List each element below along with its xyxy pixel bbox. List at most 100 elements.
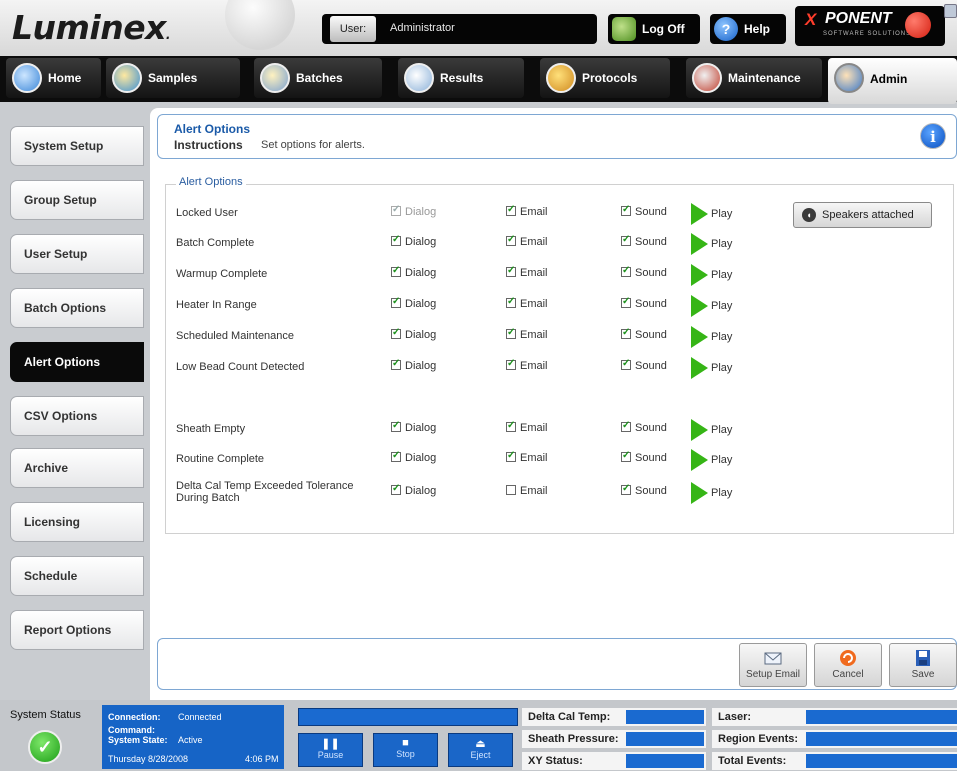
- cancel-button[interactable]: Cancel: [814, 643, 882, 687]
- email-checkbox[interactable]: Email: [506, 358, 548, 372]
- sidebar-item-schedule[interactable]: Schedule: [10, 556, 144, 596]
- sidebar-item-archive[interactable]: Archive: [10, 448, 144, 488]
- dialog-checkbox[interactable]: Dialog: [391, 358, 436, 372]
- checkbox-box[interactable]: [391, 265, 401, 277]
- dialog-checkbox[interactable]: Dialog: [391, 483, 436, 497]
- sidebar-item-licensing[interactable]: Licensing: [10, 502, 144, 542]
- sound-checkbox[interactable]: Sound: [621, 483, 667, 497]
- save-button[interactable]: Save: [889, 643, 957, 687]
- checkbox-box[interactable]: [621, 327, 631, 339]
- email-checkbox[interactable]: Email: [506, 204, 548, 218]
- play-button[interactable]: Play: [691, 357, 732, 379]
- checkbox-box[interactable]: [506, 234, 516, 246]
- sound-checkbox[interactable]: Sound: [621, 234, 667, 248]
- tab-results[interactable]: Results: [398, 58, 524, 98]
- play-button[interactable]: Play: [691, 295, 732, 317]
- dialog-checkbox[interactable]: Dialog: [391, 327, 436, 341]
- xponent-logo: X PONENT SOFTWARE SOLUTIONS: [795, 6, 945, 46]
- luminex-logo: Luminex.: [12, 8, 170, 47]
- email-checkbox[interactable]: Email: [506, 265, 548, 279]
- checkbox-box[interactable]: [391, 420, 401, 432]
- sound-checkbox[interactable]: Sound: [621, 296, 667, 310]
- alert-name: Scheduled Maintenance: [176, 330, 295, 342]
- tab-home[interactable]: Home: [6, 58, 101, 98]
- sound-checkbox[interactable]: Sound: [621, 265, 667, 279]
- sound-checkbox[interactable]: Sound: [621, 450, 667, 464]
- dialog-checkbox[interactable]: Dialog: [391, 265, 436, 279]
- checkbox-box[interactable]: [391, 296, 401, 308]
- alert-row-scheduled-maintenance: Scheduled Maintenance Dialog Email Sound…: [166, 324, 955, 352]
- checkbox-box[interactable]: [391, 358, 401, 370]
- email-checkbox[interactable]: Email: [506, 234, 548, 248]
- window-button[interactable]: [944, 4, 957, 18]
- tab-protocols[interactable]: Protocols: [540, 58, 670, 98]
- tab-maintenance[interactable]: Maintenance: [686, 58, 822, 98]
- help-button[interactable]: ? Help: [710, 14, 786, 44]
- checkbox-box[interactable]: [506, 420, 516, 432]
- email-checkbox[interactable]: Email: [506, 485, 548, 497]
- sound-checkbox[interactable]: Sound: [621, 327, 667, 341]
- play-button[interactable]: Play: [691, 326, 732, 348]
- checkbox-box[interactable]: [391, 234, 401, 246]
- pause-button[interactable]: ❚❚ Pause: [298, 733, 363, 767]
- checkbox-box[interactable]: [621, 420, 631, 432]
- sound-checkbox[interactable]: Sound: [621, 358, 667, 372]
- email-checkbox[interactable]: Email: [506, 420, 548, 434]
- checkbox-box[interactable]: [391, 450, 401, 462]
- play-button[interactable]: Play: [691, 203, 732, 225]
- checkbox-box[interactable]: [621, 296, 631, 308]
- dialog-checkbox[interactable]: Dialog: [391, 420, 436, 434]
- checkbox-box[interactable]: [506, 296, 516, 308]
- logoff-button[interactable]: Log Off: [608, 14, 700, 44]
- sidebar-item-csv-options[interactable]: CSV Options: [10, 396, 144, 436]
- email-checkbox[interactable]: Email: [506, 450, 548, 464]
- play-button[interactable]: Play: [691, 419, 732, 441]
- checkbox-box[interactable]: [391, 327, 401, 339]
- checkbox-box[interactable]: [506, 327, 516, 339]
- email-checkbox[interactable]: Email: [506, 327, 548, 341]
- sound-checkbox[interactable]: Sound: [621, 204, 667, 218]
- checkbox-box[interactable]: [506, 358, 516, 370]
- dialog-checkbox[interactable]: Dialog: [391, 450, 436, 464]
- play-button[interactable]: Play: [691, 482, 732, 504]
- sidebar-item-group-setup[interactable]: Group Setup: [10, 180, 144, 220]
- help-icon: ?: [714, 17, 738, 41]
- email-checkbox[interactable]: Email: [506, 296, 548, 310]
- sidebar-item-system-setup[interactable]: System Setup: [10, 126, 144, 166]
- checkbox-box[interactable]: [621, 483, 631, 495]
- checkbox-box[interactable]: [621, 265, 631, 277]
- eject-button[interactable]: ⏏ Eject: [448, 733, 513, 767]
- tab-admin[interactable]: Admin: [828, 58, 957, 104]
- setup-email-button[interactable]: Setup Email: [739, 643, 807, 687]
- play-button[interactable]: Play: [691, 264, 732, 286]
- checkbox-box[interactable]: [506, 265, 516, 277]
- dialog-checkbox[interactable]: Dialog: [391, 296, 436, 310]
- speakers-attached-button[interactable]: ◖ Speakers attached: [793, 202, 932, 228]
- checkbox-box[interactable]: [621, 234, 631, 246]
- play-button[interactable]: Play: [691, 233, 732, 255]
- logoff-label: Log Off: [642, 22, 685, 36]
- checkbox-box[interactable]: [621, 204, 631, 216]
- email-icon: [764, 652, 782, 665]
- sidebar-item-alert-options[interactable]: Alert Options: [10, 342, 144, 382]
- tab-batches[interactable]: Batches: [254, 58, 382, 98]
- checkbox-box[interactable]: [621, 450, 631, 462]
- info-icon[interactable]: i: [920, 123, 946, 149]
- checkbox-box[interactable]: [506, 485, 516, 495]
- dialog-checkbox[interactable]: Dialog: [391, 234, 436, 248]
- instructions-text: Set options for alerts.: [261, 139, 365, 151]
- sound-checkbox[interactable]: Sound: [621, 420, 667, 434]
- stop-button[interactable]: ■ Stop: [373, 733, 438, 767]
- tab-samples[interactable]: Samples: [106, 58, 240, 98]
- checkbox-box[interactable]: [391, 483, 401, 495]
- play-button[interactable]: Play: [691, 449, 732, 471]
- sidebar-item-batch-options[interactable]: Batch Options: [10, 288, 144, 328]
- checkbox-box[interactable]: [506, 450, 516, 462]
- checkbox-box: [391, 204, 401, 216]
- checkbox-box[interactable]: [506, 204, 516, 216]
- checkbox-box[interactable]: [621, 358, 631, 370]
- system-info-panel: Connection: Connected Command: System Sta…: [102, 705, 284, 769]
- sidebar-item-user-setup[interactable]: User Setup: [10, 234, 144, 274]
- sidebar-item-report-options[interactable]: Report Options: [10, 610, 144, 650]
- group-legend: Alert Options: [176, 176, 246, 188]
